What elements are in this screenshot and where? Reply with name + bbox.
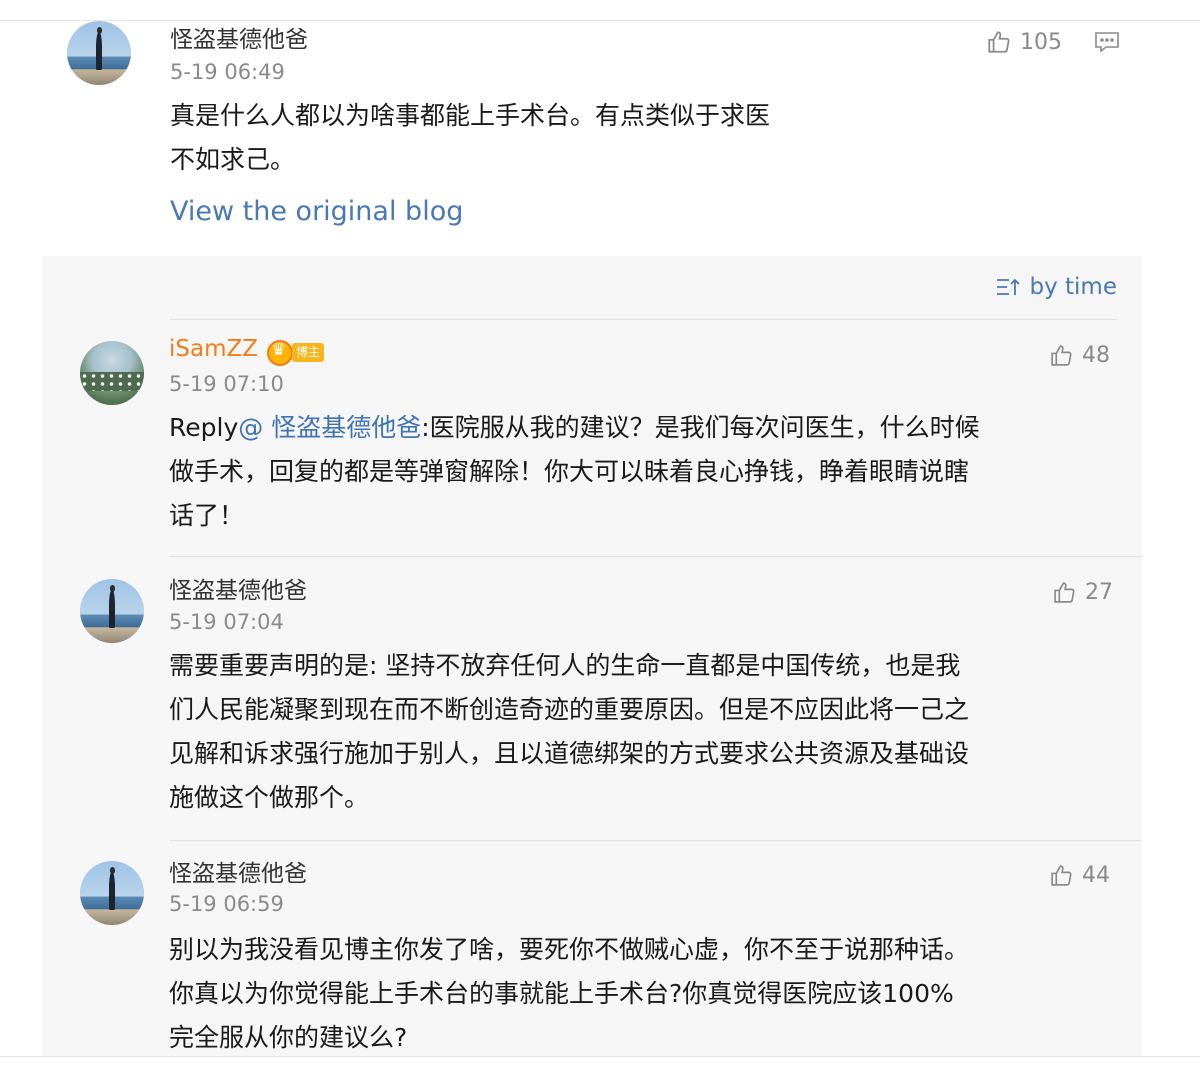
- reply-text-line: 别以为我没看见博主你发了啥，要死你不做贼心虚，你不至于说那种话。: [169, 935, 970, 964]
- like-count: 27: [1085, 580, 1113, 605]
- reply-text: 需要重要声明的是: 坚持不放弃任何人的生命一直都是中国传统，也是我 们人民能凝聚…: [169, 644, 1119, 820]
- mention-link[interactable]: @ 怪盗基德他爸: [238, 413, 421, 442]
- reply-username[interactable]: 怪盗基德他爸: [169, 854, 307, 888]
- reply-text-line: 你真以为你觉得能上手术台的事就能上手术台?你真觉得医院应该100%: [169, 979, 954, 1008]
- reply-text-line: 见解和诉求强行施加于别人，且以道德绑架的方式要求公共资源及基础设: [169, 739, 970, 768]
- bottom-bar: [0, 1056, 1200, 1079]
- reply-timestamp: 5-19 06:59: [169, 892, 284, 916]
- comment-text: 真是什么人都以为啥事都能上手术台。有点类似于求医 不如求己。: [170, 94, 770, 182]
- comment-text-line: 真是什么人都以为啥事都能上手术台。有点类似于求医: [170, 101, 771, 130]
- reply-username[interactable]: 怪盗基德他爸: [169, 571, 307, 605]
- sort-by-time-icon: [996, 278, 1020, 295]
- reply-timestamp: 5-19 07:04: [169, 610, 284, 634]
- reply-text-segment: :医院服从我的建议？是我们每次问医生，什么时候: [421, 413, 980, 442]
- blogger-badge: 博主: [292, 343, 325, 362]
- thumbs-up-icon: [988, 31, 1010, 53]
- thumbs-up-icon: [1051, 865, 1072, 886]
- like-count: 105: [1020, 29, 1062, 55]
- comment-username[interactable]: 怪盗基德他爸: [170, 20, 308, 54]
- reply-text: Reply@ 怪盗基德他爸:医院服从我的建议？是我们每次问医生，什么时候 做手术…: [169, 406, 1119, 538]
- main-comment: 怪盗基德他爸 5-19 06:49 105 真是什么人都以为啥事都能上手术台。有…: [0, 0, 1200, 255]
- like-button[interactable]: 44: [1049, 863, 1110, 888]
- like-button[interactable]: 48: [1049, 343, 1110, 368]
- reply-username[interactable]: iSamZZ: [169, 336, 258, 362]
- like-button[interactable]: 27: [1052, 580, 1113, 605]
- reply-text-line: 做手术，回复的都是等弹窗解除！你大可以昧着良心挣钱，睁着眼睛说瞎: [169, 457, 970, 486]
- like-button[interactable]: 105: [986, 29, 1062, 55]
- avatar[interactable]: [80, 341, 144, 405]
- reply-prefix: Reply: [169, 413, 239, 442]
- reply-text: 别以为我没看见博主你发了啥，要死你不做贼心虚，你不至于说那种话。 你真以为你觉得…: [169, 928, 1119, 1060]
- divider: [169, 556, 1142, 557]
- thumbs-up-icon: [1051, 345, 1072, 366]
- reply-text-line: 话了！: [169, 501, 245, 530]
- avatar[interactable]: [80, 861, 144, 925]
- comment-timestamp: 5-19 06:49: [170, 60, 285, 84]
- sort-by-time-button[interactable]: by time: [996, 274, 1118, 300]
- comment-bubble-icon[interactable]: [1094, 30, 1120, 54]
- like-count: 48: [1082, 343, 1110, 368]
- reply-text-line: 们人民能凝聚到现在而不断创造奇迹的重要原因。但是不应因此将一己之: [169, 695, 970, 724]
- view-original-blog-link[interactable]: View the original blog: [170, 196, 463, 227]
- divider: [169, 319, 1117, 320]
- reply-text-line: 施做这个做那个。: [169, 783, 370, 812]
- reply-text-line: 完全服从你的建议么?: [169, 1023, 408, 1052]
- reply-text-line: Reply@ 怪盗基德他爸:医院服从我的建议？是我们每次问医生，什么时候: [169, 406, 1119, 450]
- avatar[interactable]: [67, 21, 131, 85]
- reply-timestamp: 5-19 07:10: [169, 372, 284, 396]
- like-count: 44: [1082, 863, 1110, 888]
- divider: [169, 840, 1142, 841]
- sort-label: by time: [1029, 274, 1118, 300]
- comment-text-line: 不如求己。: [170, 145, 296, 174]
- reply-text-line: 需要重要声明的是: 坚持不放弃任何人的生命一直都是中国传统，也是我: [169, 651, 961, 680]
- thumbs-up-icon: [1054, 582, 1075, 603]
- replies-panel: by time iSamZZ 博主 5-19 07:10 48 Reply@ 怪…: [42, 256, 1142, 1056]
- avatar[interactable]: [80, 579, 144, 643]
- crown-badge-icon: [267, 340, 293, 366]
